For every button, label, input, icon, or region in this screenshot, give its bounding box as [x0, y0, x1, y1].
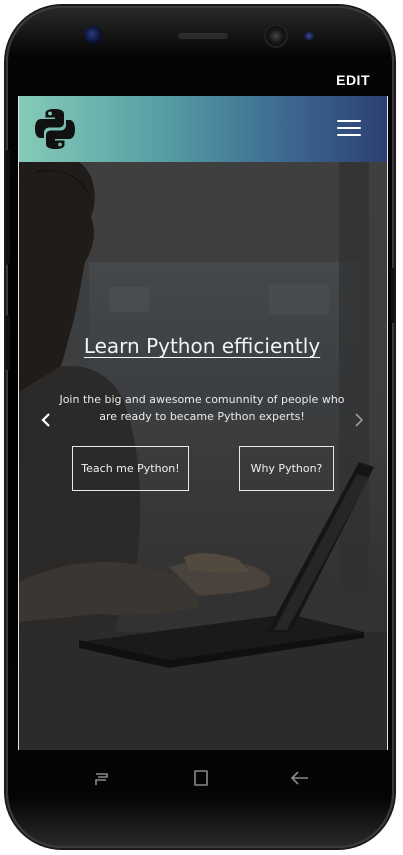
chevron-left-icon[interactable] [38, 410, 54, 430]
front-camera [266, 26, 286, 46]
hero-carousel: Learn Python efficiently Join the big an… [19, 162, 387, 750]
edit-button[interactable]: EDIT [336, 72, 370, 88]
chevron-right-icon[interactable] [351, 410, 367, 430]
python-logo-icon[interactable] [31, 105, 79, 153]
proximity-sensor [304, 31, 314, 41]
home-square-icon[interactable] [191, 768, 211, 788]
volume-button [6, 150, 10, 265]
top-navbar [19, 96, 387, 163]
bixby-button [6, 315, 10, 370]
hero-title: Learn Python efficiently [83, 334, 321, 358]
earpiece-speaker [178, 33, 228, 39]
phone-screen: Learn Python efficiently Join the big an… [18, 96, 388, 750]
teach-me-python-button[interactable]: Teach me Python! [72, 446, 189, 491]
back-arrow-icon[interactable] [290, 768, 310, 788]
why-python-button[interactable]: Why Python? [239, 446, 334, 491]
hero-description: Join the big and awesome comunnity of pe… [59, 393, 345, 423]
recent-apps-icon[interactable] [92, 768, 112, 788]
hamburger-menu-icon[interactable] [337, 120, 361, 137]
power-button [391, 268, 395, 323]
iris-sensor [84, 26, 102, 44]
